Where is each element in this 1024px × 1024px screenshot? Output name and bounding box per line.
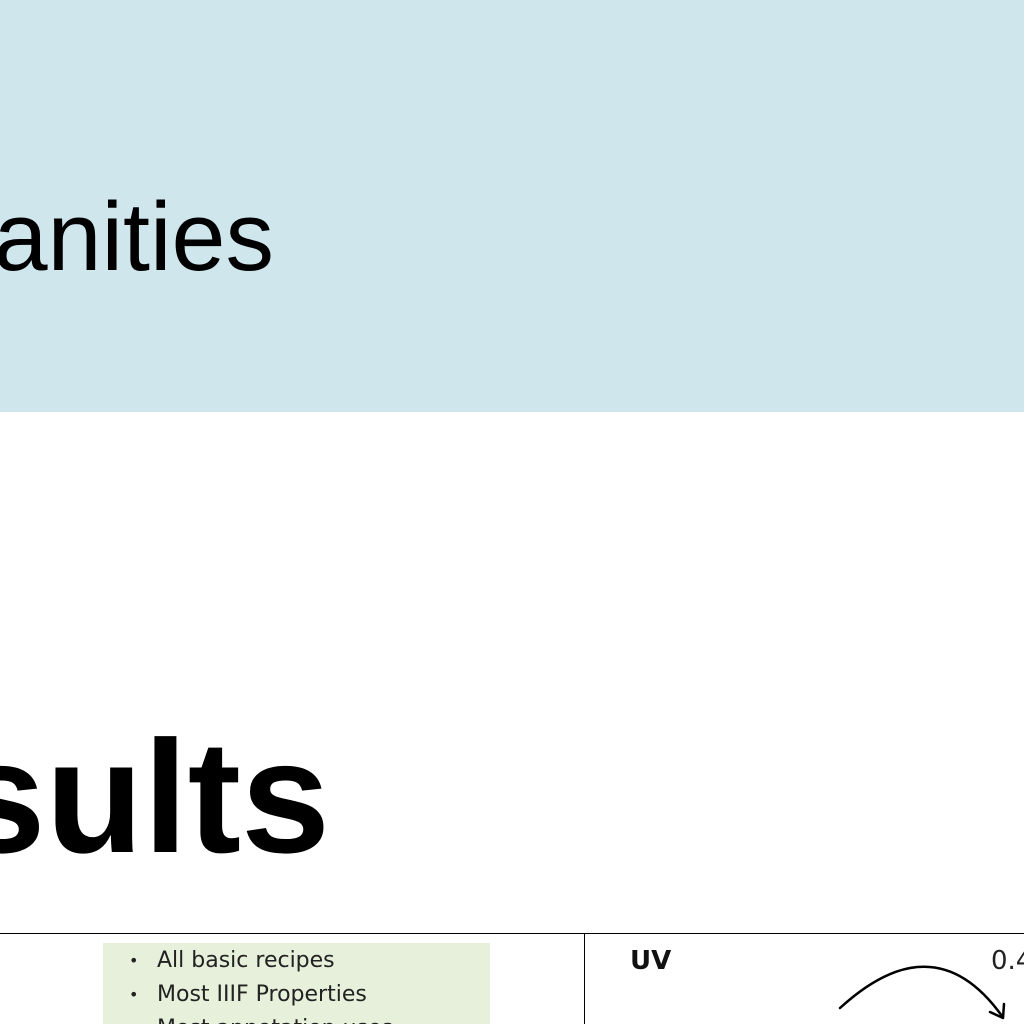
feature-support-box: • All basic recipes • Most IIIF Properties… [103, 943, 490, 1024]
bullet-icon: • [129, 951, 139, 970]
section-heading: sults [0, 707, 330, 886]
table-column-divider [584, 933, 585, 1024]
list-item: • Most annotation uses [103, 1012, 490, 1024]
feature-list: • All basic recipes • Most IIIF Properties… [103, 944, 490, 1024]
list-item: • All basic recipes [103, 944, 490, 978]
banner-title: anities [0, 182, 274, 291]
list-item-label: Most annotation uses [157, 1016, 393, 1024]
bullet-icon: • [129, 1012, 138, 1024]
list-item-label: All basic recipes [157, 948, 335, 973]
slide-page: anities sults • All basic recipes • Most I… [0, 0, 1024, 1024]
title-banner: anities [0, 0, 1024, 412]
list-item-label: Most IIIF Properties [157, 982, 367, 1007]
list-item: • Most IIIF Properties [103, 978, 490, 1012]
table-top-rule [0, 933, 1024, 934]
bullet-icon: • [129, 985, 139, 1004]
uv-label: UV [630, 946, 672, 976]
curved-arrow-icon [838, 965, 1006, 1020]
